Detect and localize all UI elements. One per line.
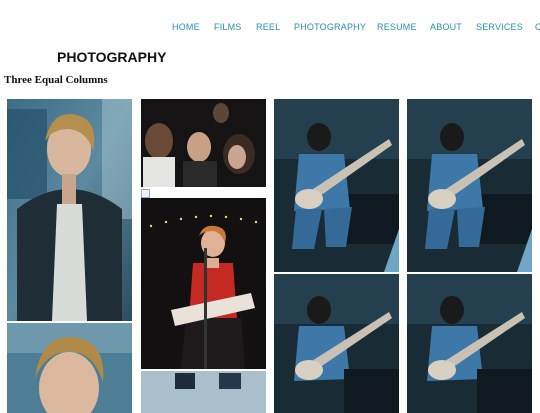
nav-reel[interactable]: REEL [256,22,280,32]
guitarist-photo-1[interactable] [274,99,399,272]
broken-image-icon [141,189,150,198]
guitarist-photo-4[interactable] [407,274,532,413]
guitarist-photo-3[interactable] [407,99,532,272]
nav-photography[interactable]: PHOTOGRAPHY [294,22,366,32]
portrait-photo-2[interactable] [7,323,132,413]
portrait-photo-1[interactable] [7,99,132,321]
singer-photo[interactable] [141,198,266,369]
window-photo[interactable] [141,371,266,413]
page-title: PHOTOGRAPHY [57,49,167,65]
top-nav: HOME FILMS REEL PHOTOGRAPHY RESUME ABOUT… [0,22,540,36]
nav-services[interactable]: SERVICES [476,22,523,32]
nav-films[interactable]: FILMS [214,22,242,32]
nav-home[interactable]: HOME [172,22,200,32]
crowd-photo[interactable] [141,99,266,187]
guitarist-photo-2[interactable] [274,274,399,413]
nav-resume[interactable]: RESUME [377,22,417,32]
nav-about[interactable]: ABOUT [430,22,462,32]
nav-contact-partial[interactable]: C [535,22,540,32]
gallery-subtitle: Three Equal Columns [4,74,108,86]
